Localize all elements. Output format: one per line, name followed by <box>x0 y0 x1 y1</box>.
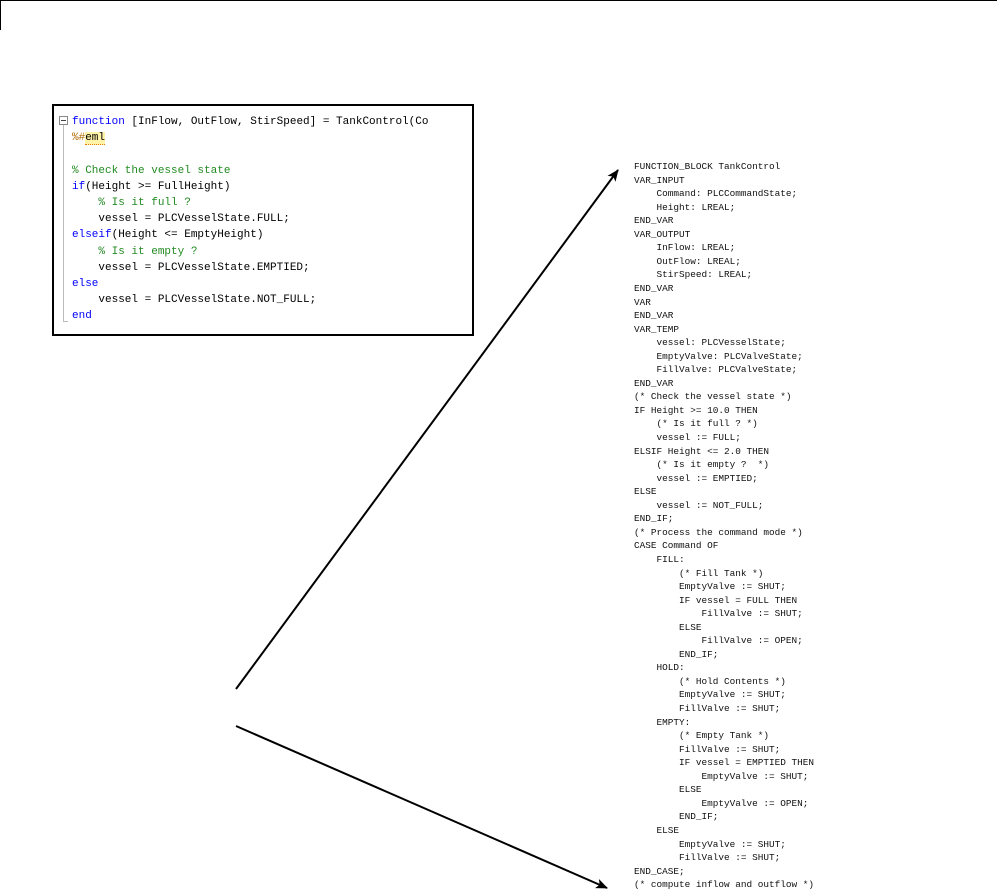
conversion-arrows <box>235 169 619 889</box>
arrow-up <box>235 169 619 690</box>
arrow-down <box>235 725 608 889</box>
